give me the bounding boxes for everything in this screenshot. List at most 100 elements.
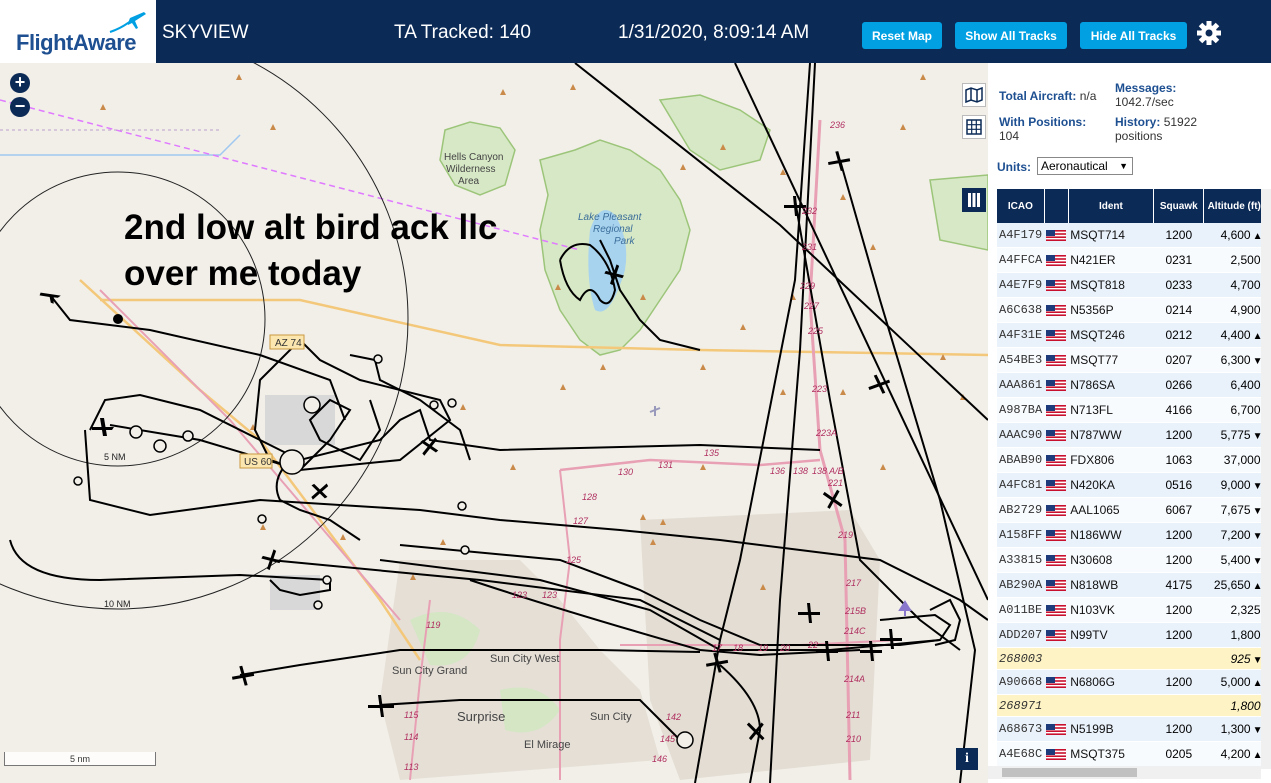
ident-cell	[1068, 694, 1154, 717]
aircraft-table: ICAO Ident Squawk Altitude (ft) A4F179 MS…	[997, 189, 1265, 767]
lake-label-3: Park	[614, 236, 636, 247]
us-flag-icon	[1046, 630, 1067, 642]
top-header: FlightAware SKYVIEW TA Tracked: 140 1/31…	[0, 0, 1271, 63]
map-canvas[interactable]: Hells Canyon Wilderness Area Lake Pleasa…	[0, 63, 988, 783]
table-row[interactable]: A6C638 N5356P 0214 4,900	[997, 297, 1265, 323]
flag-cell	[1044, 297, 1069, 323]
table-row[interactable]: ADD207 N99TV 1200 1,800	[997, 622, 1265, 648]
svg-text:19: 19	[758, 643, 768, 653]
altitude-value: 4,700	[1230, 278, 1261, 292]
table-row[interactable]: 268971 1,800	[997, 694, 1265, 717]
aircraft-icon	[311, 483, 329, 500]
park-area-east	[929, 174, 988, 251]
table-row[interactable]: A90668 N6806G 1200 5,000 ▲	[997, 669, 1265, 695]
table-row[interactable]: A68673 N5199B 1200 1,300 ▼	[997, 716, 1265, 742]
hells-canyon-label: Hells Canyon	[444, 152, 503, 163]
map-info-button[interactable]: i	[956, 748, 978, 770]
altitude-cell: 925 ▼	[1203, 647, 1265, 670]
reset-map-button[interactable]: Reset Map	[862, 22, 942, 49]
flag-cell	[1044, 322, 1069, 348]
icao-cell: A4F31E	[997, 322, 1045, 348]
flag-cell	[1044, 247, 1069, 273]
squawk-cell: 0212	[1153, 322, 1204, 348]
column-header-ident[interactable]: Ident	[1068, 189, 1155, 223]
logo-container[interactable]: FlightAware	[0, 0, 156, 63]
us-flag-icon	[1046, 605, 1067, 617]
table-row[interactable]: A4FC81 N420KA 0516 9,000 ▼	[997, 472, 1265, 498]
show-all-tracks-button[interactable]: Show All Tracks	[955, 22, 1067, 49]
flag-cell	[1044, 716, 1069, 742]
table-row[interactable]: AB2729 AAL1065 6067 7,675 ▼	[997, 497, 1265, 523]
with-positions-stat: With Positions: 104	[999, 115, 1087, 143]
table-row[interactable]: A4E68C MSQT375 0205 4,200 ▲	[997, 741, 1265, 767]
table-row[interactable]: A011BE N103VK 1200 2,325	[997, 597, 1265, 623]
altitude-value: 9,000	[1220, 478, 1251, 492]
aircraft-icon	[828, 151, 851, 172]
svg-text:123: 123	[512, 590, 527, 600]
icao-cell: A54BE3	[997, 347, 1045, 373]
column-toggle-button[interactable]	[962, 188, 986, 212]
column-header-icao[interactable]: ICAO	[997, 189, 1045, 223]
table-row[interactable]: A987BA N713FL 4166 6,700	[997, 397, 1265, 423]
icao-cell: AB2729	[997, 497, 1045, 523]
icao-cell: 268003	[997, 647, 1045, 670]
range-ring-10nm	[0, 63, 409, 610]
svg-text:145: 145	[660, 734, 676, 744]
hide-all-tracks-button[interactable]: Hide All Tracks	[1080, 22, 1187, 49]
altitude-cell: 6,700	[1203, 397, 1265, 423]
icao-cell: A33815	[997, 547, 1045, 573]
map-layers-button[interactable]	[962, 83, 986, 107]
altitude-cell: 5,000 ▲	[1203, 669, 1265, 695]
area-label: Area	[458, 176, 480, 187]
svg-text:229: 229	[799, 281, 815, 291]
icao-cell: A6C638	[997, 297, 1045, 323]
icao-cell: A4FC81	[997, 472, 1045, 498]
altitude-cell: 4,700	[1203, 272, 1265, 298]
flag-cell	[1044, 597, 1069, 623]
flag-cell	[1044, 647, 1069, 670]
altitude-value: 925	[1230, 651, 1251, 666]
airfield-area	[265, 395, 335, 445]
altitude-cell: 2,325	[1203, 597, 1265, 623]
horizontal-scrollbar-thumb[interactable]	[1002, 768, 1137, 777]
grid-toggle-button[interactable]	[962, 115, 986, 139]
svg-text:119: 119	[426, 620, 440, 630]
icao-cell: A987BA	[997, 397, 1045, 423]
columns-icon	[968, 193, 980, 207]
gear-icon[interactable]	[1196, 20, 1222, 46]
altitude-cell: 5,775 ▼	[1203, 422, 1265, 448]
table-row[interactable]: A4FFCA N421ER 0231 2,500	[997, 247, 1265, 273]
svg-text:114: 114	[404, 732, 418, 742]
vertical-scrollbar[interactable]	[1261, 189, 1271, 769]
us-flag-icon	[1046, 555, 1067, 567]
icao-cell: 268971	[997, 694, 1045, 717]
table-row[interactable]: AAAC90 N787WW 1200 5,775 ▼	[997, 422, 1265, 448]
units-select[interactable]: Aeronautical ▼	[1037, 157, 1133, 175]
squawk-cell: 0205	[1153, 741, 1204, 767]
ident-cell: N713FL	[1068, 397, 1154, 423]
column-header-squawk[interactable]: Squawk	[1153, 189, 1205, 223]
flag-cell	[1044, 422, 1069, 448]
table-row[interactable]: ABAB90 FDX806 1063 37,000	[997, 447, 1265, 473]
table-row[interactable]: AB290A N818WB 4175 25,650 ▲	[997, 572, 1265, 598]
icao-cell: AB290A	[997, 572, 1045, 598]
table-row[interactable]: A4F179 MSQT714 1200 4,600 ▲	[997, 223, 1265, 248]
table-row[interactable]: A54BE3 MSQT77 0207 6,300 ▼	[997, 347, 1265, 373]
column-header-altitude[interactable]: Altitude (ft)	[1203, 189, 1265, 223]
altitude-value: 4,900	[1230, 303, 1261, 317]
column-header-flag[interactable]	[1044, 189, 1069, 223]
zoom-out-button[interactable]: −	[10, 97, 30, 117]
svg-text:232: 232	[801, 206, 817, 216]
table-row[interactable]: A158FF N186WW 1200 7,200 ▼	[997, 522, 1265, 548]
table-row[interactable]: 268003 925 ▼	[997, 647, 1265, 670]
zoom-in-button[interactable]: +	[10, 73, 30, 93]
map-area[interactable]: Hells Canyon Wilderness Area Lake Pleasa…	[0, 63, 988, 783]
horizontal-scrollbar[interactable]	[988, 766, 1261, 779]
svg-text:223: 223	[811, 384, 827, 394]
table-row[interactable]: A33815 N30608 1200 5,400 ▼	[997, 547, 1265, 573]
park-area	[658, 94, 771, 171]
table-row[interactable]: A4E7F9 MSQT818 0233 4,700	[997, 272, 1265, 298]
table-row[interactable]: A4F31E MSQT246 0212 4,400 ▲	[997, 322, 1265, 348]
table-row[interactable]: AAA861 N786SA 0266 6,400	[997, 372, 1265, 398]
ident-cell: N786SA	[1068, 372, 1154, 398]
